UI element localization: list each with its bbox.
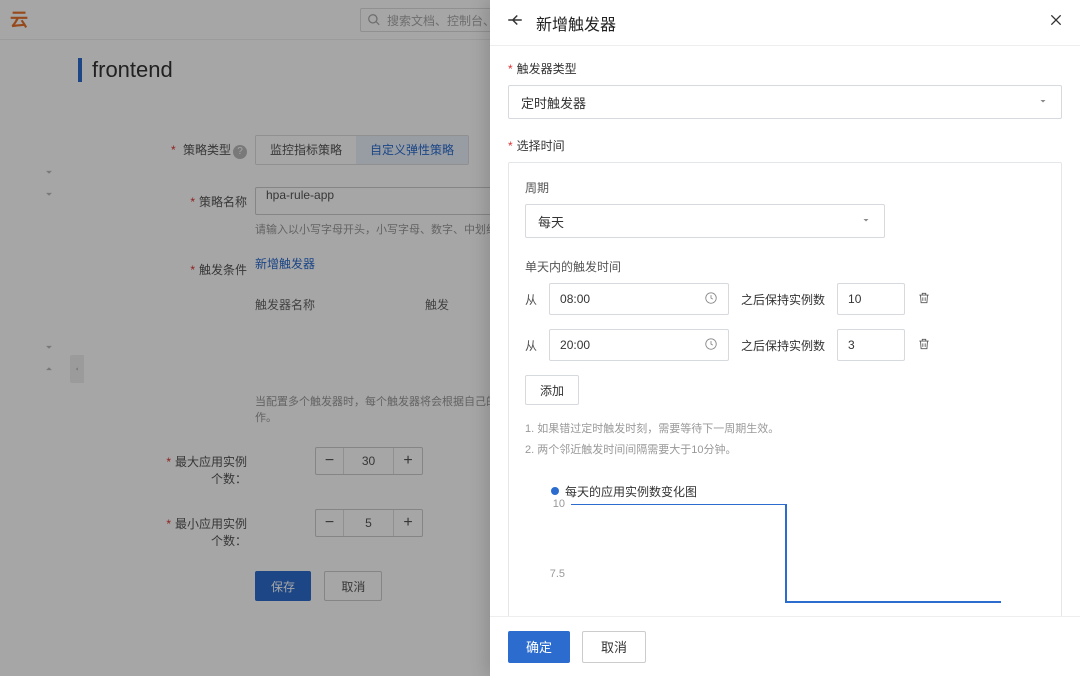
schedule-card: 周期 每天 单天内的触发时间 从 08:00 之后保持实例数 10 (508, 162, 1062, 616)
panel-footer: 确定 取消 (490, 616, 1080, 676)
chevron-down-icon (860, 214, 872, 226)
panel-body: 触发器类型 定时触发器 选择时间 周期 每天 单天内的触发时间 从 08:00 (490, 46, 1080, 616)
delete-row-button[interactable] (917, 337, 931, 354)
after-label: 之后保持实例数 (741, 337, 825, 354)
confirm-button[interactable]: 确定 (508, 631, 570, 663)
cycle-label: 周期 (525, 179, 1045, 196)
delete-row-button[interactable] (917, 291, 931, 308)
clock-icon (704, 337, 718, 351)
cycle-value: 每天 (538, 212, 564, 231)
instance-count-value: 3 (848, 338, 855, 352)
schedule-notes: 1. 如果错过定时触发时刻，需要等待下一周期生效。 2. 两个邻近触发时间间隔需… (525, 419, 1045, 461)
arrow-left-icon (506, 11, 524, 29)
time-value: 08:00 (560, 292, 590, 306)
ytick: 7.5 (545, 568, 565, 580)
cycle-select[interactable]: 每天 (525, 204, 885, 238)
instance-count-value: 10 (848, 292, 861, 306)
close-icon (1048, 12, 1064, 28)
trigger-type-label: 触发器类型 (508, 60, 1062, 77)
cancel-button[interactable]: 取消 (582, 631, 646, 663)
from-label: 从 (525, 337, 537, 354)
close-button[interactable] (1048, 12, 1064, 33)
time-value: 20:00 (560, 338, 590, 352)
legend-dot-icon (551, 487, 559, 495)
trigger-row: 从 20:00 之后保持实例数 3 (525, 329, 1045, 361)
chevron-down-icon (1037, 95, 1049, 107)
trigger-type-value: 定时触发器 (521, 93, 586, 112)
trigger-type-select[interactable]: 定时触发器 (508, 85, 1062, 119)
clock-icon (704, 291, 718, 305)
trash-icon (917, 291, 931, 305)
panel-title: 新增触发器 (536, 11, 616, 35)
legend-label: 每天的应用实例数变化图 (565, 483, 697, 500)
chart-line (571, 504, 1001, 616)
from-label: 从 (525, 291, 537, 308)
ytick: 10 (545, 498, 565, 510)
time-input[interactable]: 08:00 (549, 283, 729, 315)
add-row-button[interactable]: 添加 (525, 375, 579, 405)
back-button[interactable] (506, 11, 524, 34)
instance-count-input[interactable]: 3 (837, 329, 905, 361)
daily-trigger-label: 单天内的触发时间 (525, 258, 1045, 275)
instance-count-input[interactable]: 10 (837, 283, 905, 315)
chart-legend: 每天的应用实例数变化图 (551, 483, 1045, 500)
trigger-row: 从 08:00 之后保持实例数 10 (525, 283, 1045, 315)
after-label: 之后保持实例数 (741, 291, 825, 308)
time-input[interactable]: 20:00 (549, 329, 729, 361)
select-time-label: 选择时间 (508, 137, 1062, 154)
panel-header: 新增触发器 (490, 0, 1080, 46)
add-trigger-panel: 新增触发器 触发器类型 定时触发器 选择时间 周期 每天 单天内的触发时间 (490, 0, 1080, 676)
trash-icon (917, 337, 931, 351)
instance-chart: 每天的应用实例数变化图 10 7.5 5 (525, 483, 1045, 616)
